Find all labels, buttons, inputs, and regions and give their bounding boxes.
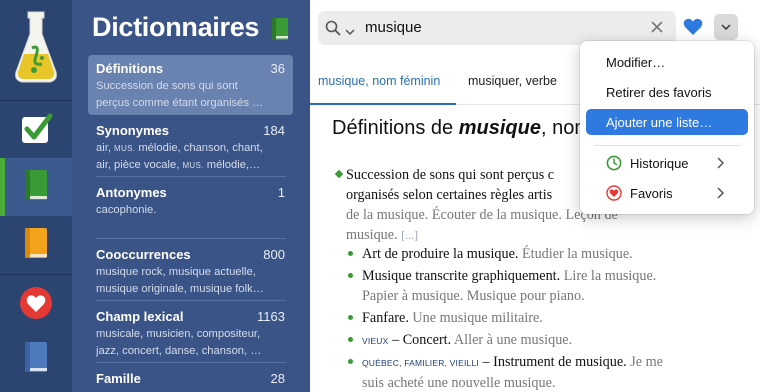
bullet-icon xyxy=(348,251,353,256)
sub-definition: Art de produire la musique. Étudier la m… xyxy=(348,244,736,264)
options-dropdown-menu: Modifier… Retirer des favoris Ajouter un… xyxy=(580,41,754,214)
entry-count: 36 xyxy=(270,61,285,76)
menu-item-favoris[interactable]: Favoris xyxy=(586,180,748,206)
entry-count: 1 xyxy=(277,185,285,200)
entry-divider xyxy=(96,300,286,301)
options-menu-button[interactable] xyxy=(714,14,738,40)
bullet-icon xyxy=(348,315,353,320)
sub-definition: VIEUX – Concert. Aller à une musique. xyxy=(348,330,736,351)
orange-book-icon xyxy=(22,226,50,265)
entry-preview-line: musicale, musicien, compositeur, xyxy=(96,328,261,340)
tab-musique-nom[interactable]: musique, nom féminin xyxy=(310,63,456,105)
entry-preview-line: Succession de sons qui sont xyxy=(96,80,238,92)
chevron-down-icon xyxy=(721,18,731,36)
dictionary-entry-definitions[interactable]: Définitions 36 Succession de sons qui so… xyxy=(88,55,293,115)
app-icon-rail xyxy=(0,0,72,392)
dictionary-entry-champ-lexical[interactable]: Champ lexical 1163 musicale, musicien, c… xyxy=(88,303,293,360)
sub-definition: QUÉBEC, FAMILIER, VIEILLI – Instrument d… xyxy=(348,352,736,392)
sub-definition: Fanfare. Une musique militaire. xyxy=(348,308,736,328)
entry-name: Définitions xyxy=(96,61,164,76)
rail-item-favoris[interactable] xyxy=(0,276,72,334)
green-book-icon xyxy=(22,168,50,207)
rail-item-listes[interactable] xyxy=(0,330,72,388)
menu-item-modifier[interactable]: Modifier… xyxy=(586,49,748,75)
entry-count: 184 xyxy=(263,123,285,138)
entry-preview-line: musique rock, musique actuelle, xyxy=(96,266,256,278)
entry-preview-line: jazz, concert, danse, chanson, … xyxy=(96,345,262,357)
entry-name: Famille xyxy=(96,371,141,386)
rail-divider xyxy=(0,100,72,101)
chevron-right-icon xyxy=(716,157,725,172)
heart-icon xyxy=(606,185,622,204)
search-icon[interactable] xyxy=(325,20,341,41)
blue-book-icon xyxy=(22,340,50,379)
dictionary-entry-synonymes[interactable]: Synonymes 184 air, MUS. mélodie, chanson… xyxy=(88,117,293,174)
dictionary-entry-famille[interactable]: Famille 28 xyxy=(88,365,293,386)
bullet-icon xyxy=(348,359,353,364)
entry-preview-line: perçus comme étant organisés … xyxy=(96,97,264,109)
rail-divider xyxy=(0,274,72,275)
entry-count: 28 xyxy=(270,371,285,386)
entry-divider xyxy=(96,238,286,239)
dictionary-entry-antonymes[interactable]: Antonymes 1 cacophonie. xyxy=(88,179,293,219)
entry-count: 800 xyxy=(263,247,285,262)
menu-divider xyxy=(594,145,740,146)
entry-name: Champ lexical xyxy=(96,309,184,324)
page-title: Définitions de musique, nom xyxy=(332,117,592,139)
panel-title: Dictionnaires xyxy=(92,12,260,42)
rail-item-correcteur[interactable] xyxy=(0,102,72,160)
entry-count: 1163 xyxy=(257,309,285,324)
rail-app-logo[interactable] xyxy=(0,0,72,100)
entry-preview-line: cacophonie. xyxy=(96,204,157,216)
clock-icon xyxy=(606,155,622,174)
entry-preview-line: air, MUS. mélodie, chanson, chant, xyxy=(96,142,263,154)
chevron-right-icon xyxy=(716,187,725,202)
clear-search-icon[interactable] xyxy=(650,20,664,39)
dictionary-entry-cooccurrences[interactable]: Cooccurrences 800 musique rock, musique … xyxy=(88,241,293,298)
bullet-icon xyxy=(348,273,353,278)
entry-preview-line: air, pièce vocale, MUS. mélodie,… xyxy=(96,159,261,171)
menu-item-ajouter-liste[interactable]: Ajouter une liste… xyxy=(586,109,748,135)
menu-item-retirer-favoris[interactable]: Retirer des favoris xyxy=(586,79,748,105)
green-book-icon xyxy=(270,17,290,46)
menu-item-historique[interactable]: Historique xyxy=(586,150,748,176)
heart-icon xyxy=(19,286,53,325)
checkmark-icon xyxy=(19,112,53,151)
rail-item-guides[interactable] xyxy=(0,216,72,274)
diamond-bullet-icon xyxy=(334,169,344,179)
sub-definition: Musique transcrite graphiquement. Lire l… xyxy=(348,266,736,306)
entry-name: Synonymes xyxy=(96,123,169,138)
favorite-heart-button[interactable] xyxy=(683,18,703,41)
entry-preview-line: musique originale, musique folk… xyxy=(96,283,264,295)
dictionary-list-panel: Dictionnaires Définitions 36 Succession … xyxy=(72,0,310,392)
entry-name: Antonymes xyxy=(96,185,167,200)
flask-app-icon xyxy=(12,8,60,93)
chevron-down-icon[interactable] xyxy=(345,23,355,41)
entry-name: Cooccurrences xyxy=(96,247,191,262)
bullet-icon xyxy=(348,337,353,342)
search-bar[interactable]: musique xyxy=(318,11,676,45)
rail-item-dictionnaires[interactable] xyxy=(0,158,72,216)
search-input[interactable]: musique xyxy=(365,19,422,36)
entry-divider xyxy=(96,176,286,177)
entry-divider xyxy=(96,362,286,363)
tab-musiquer-verbe[interactable]: musiquer, verbe xyxy=(468,63,578,105)
